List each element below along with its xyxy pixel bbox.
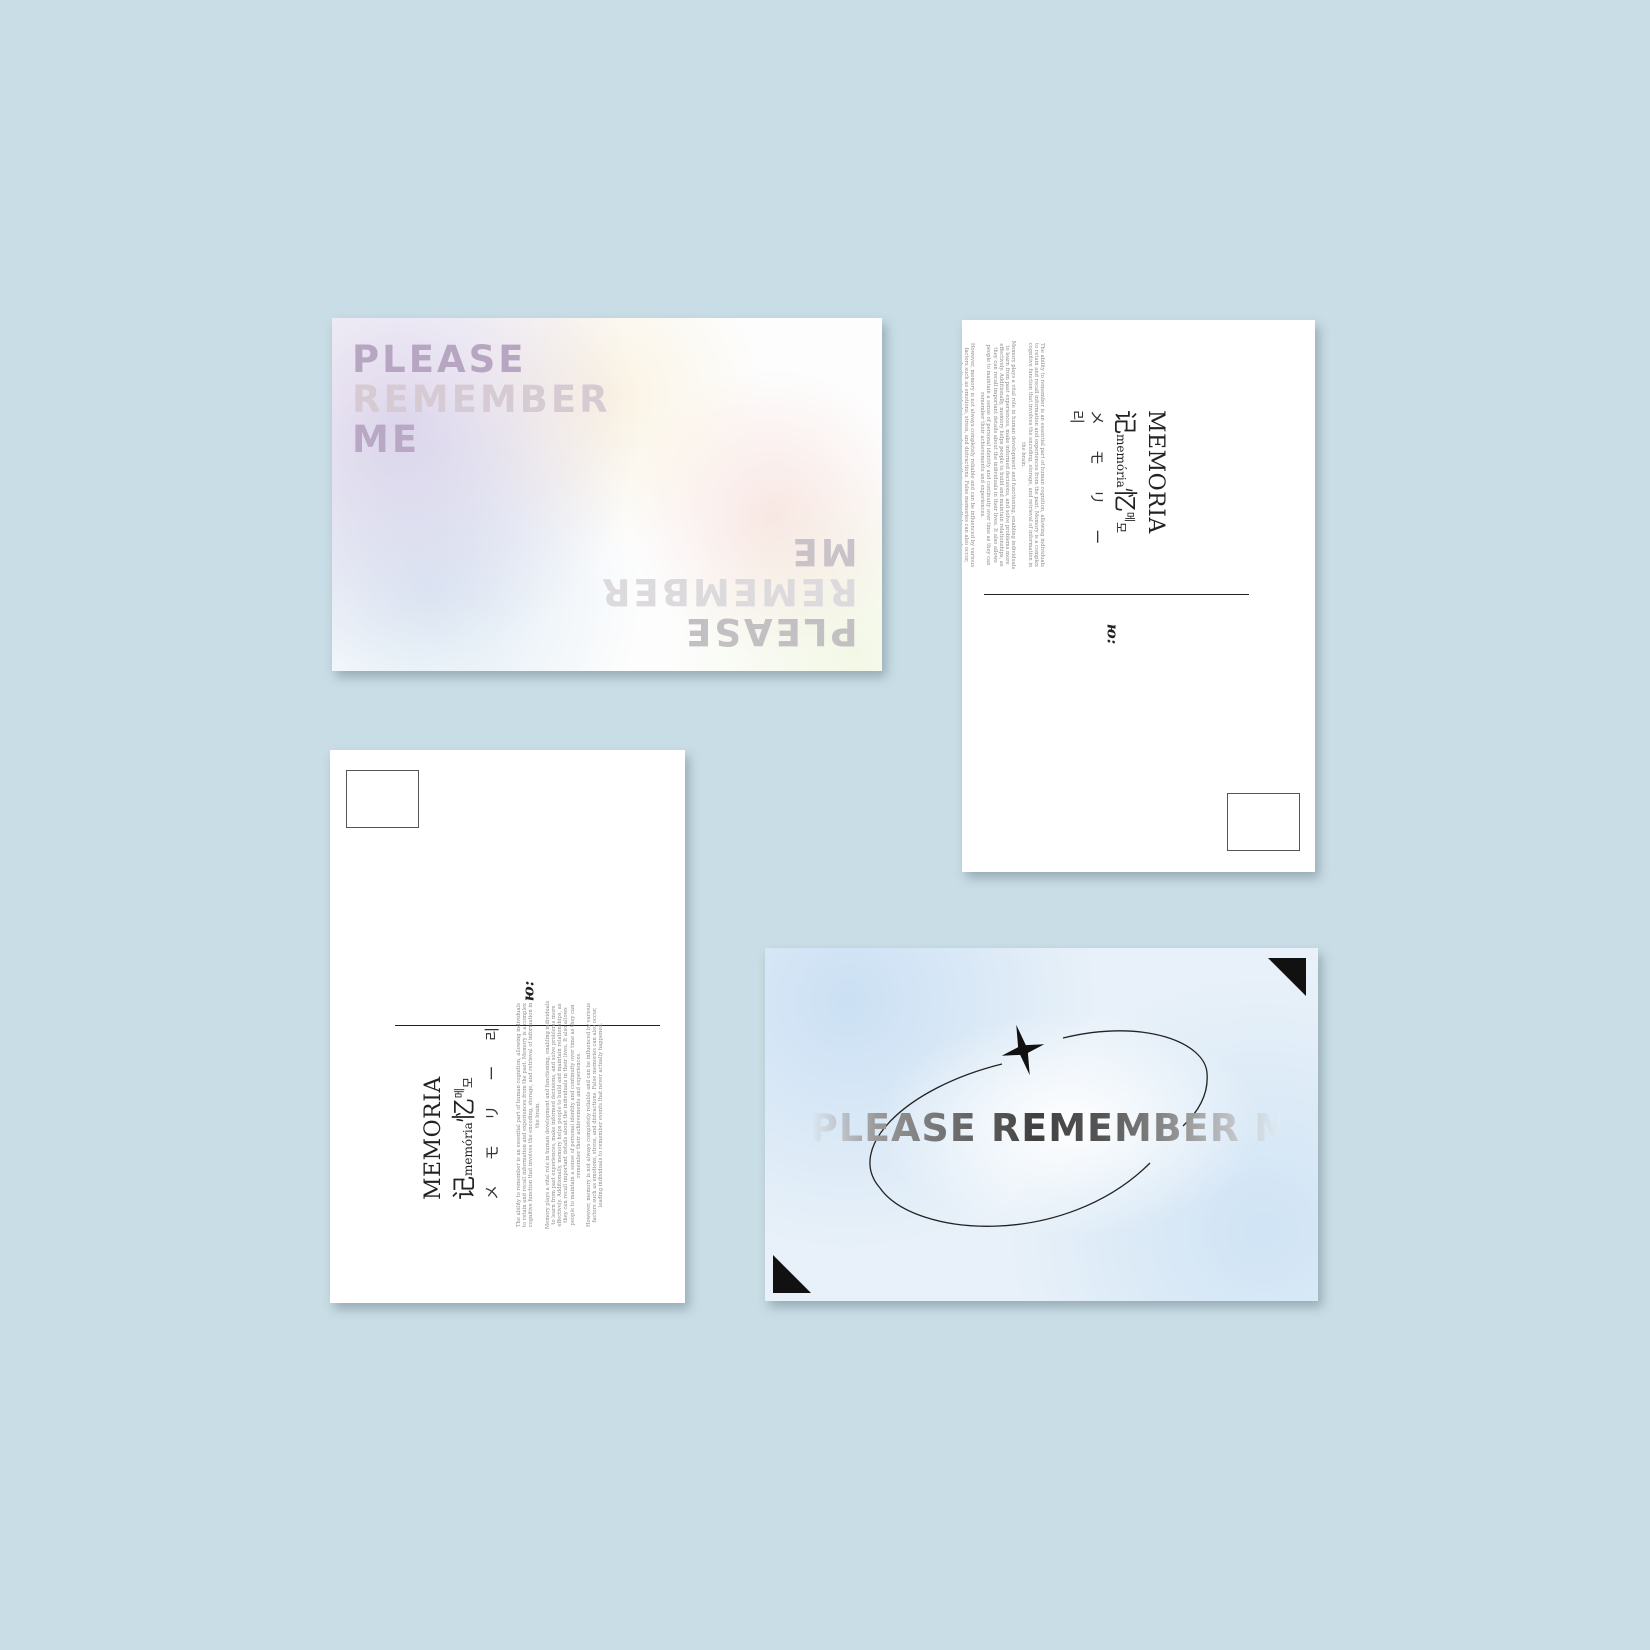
please-remember-me-text: PLEASE REMEMBER ME (352, 340, 611, 460)
postcard-back-right: MEMORIA 记memória忆메모 メ モ リ ー 리 The abilit… (962, 320, 1315, 872)
please-remember-me-text-upside-down: PLEASE REMEMBER ME (599, 530, 858, 653)
memoria-title: MEMORIA (1143, 410, 1168, 534)
paragraph: However, memory is not always completely… (586, 1003, 605, 1227)
stamp-box (346, 770, 419, 828)
memoria-text-block: MEMORIA 记memória忆메모 メ モ リ ー 리 The abilit… (962, 340, 1168, 570)
to-label: ю: (1103, 623, 1122, 645)
word-remember: REMEMBER (599, 570, 858, 613)
memoria-katakana: メ モ リ ー 리 (1068, 410, 1106, 555)
to-label: ю: (519, 980, 538, 1002)
word-remember: REMEMBER (352, 378, 611, 421)
memory-description: The ability to remember is an essential … (962, 340, 1045, 570)
paragraph: The ability to remember is an essential … (1020, 342, 1045, 568)
stamp-box (1227, 793, 1300, 851)
memoria-logo: MEMORIA 记memória忆메모 メ モ リ ー 리 (421, 1017, 502, 1200)
word-please: PLEASE (352, 338, 527, 381)
paragraph: Memory plays a vital role in human devel… (979, 340, 1017, 570)
postcard-back-left: ю: MEMORIA 记memória忆메모 メ モ リ ー 리 The abi… (330, 750, 685, 1303)
word-me: ME (789, 530, 858, 573)
word-me: ME (352, 418, 421, 461)
memoria-logo: MEMORIA 记memória忆메모 メ モ リ ー 리 (1067, 410, 1168, 570)
memoria-text-block: MEMORIA 记memória忆메모 メ モ リ ー 리 The abilit… (421, 1000, 660, 1230)
paragraph: Memory plays a vital role in human devel… (544, 1000, 582, 1230)
memoria-title: MEMORIA (421, 1076, 446, 1200)
address-line (984, 594, 1249, 595)
memoria-katakana: メ モ リ ー 리 (483, 1017, 501, 1200)
postcard-front-blue: PLEASE REMEMBER ME (765, 948, 1318, 1301)
memoria-multilingual: 记memória忆메모 (1111, 410, 1139, 533)
paragraph: The ability to remember is an essential … (516, 1002, 541, 1228)
please-remember-me-text: PLEASE REMEMBER ME (810, 1106, 1318, 1150)
memory-description: The ability to remember is an essential … (516, 1000, 609, 1230)
four-point-star-icon (1001, 1024, 1045, 1076)
paragraph: However, memory is not always completely… (962, 343, 975, 567)
word-please: PLEASE (683, 610, 858, 653)
memoria-multilingual: 记memória忆메모 (450, 1077, 478, 1200)
postcard-front-gradient: PLEASE REMEMBER ME PLEASE REMEMBER ME (332, 318, 882, 671)
